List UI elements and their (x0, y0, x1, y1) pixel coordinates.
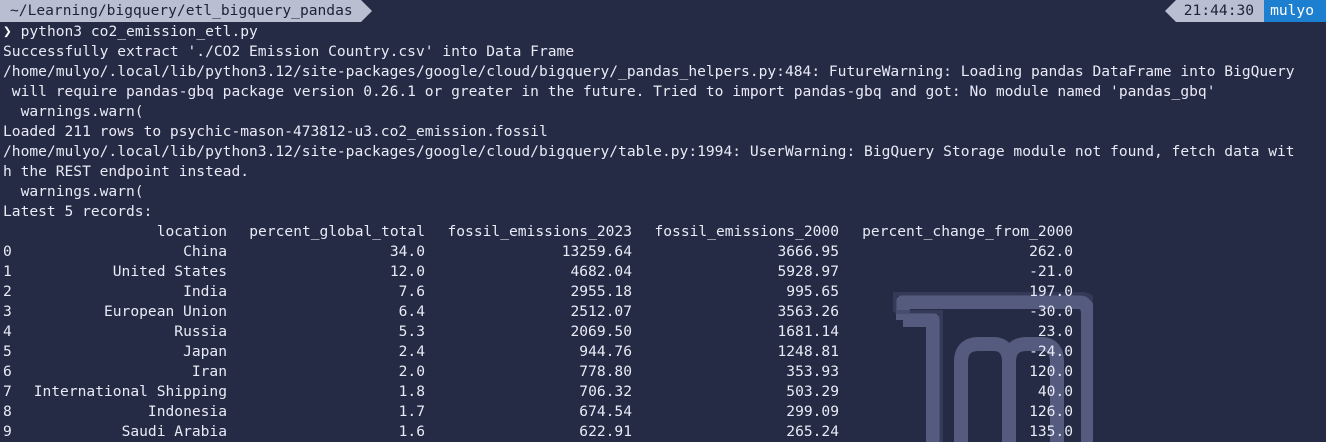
table-row: 2 India 7.6 2955.18 995.65 197.0 (3, 282, 1326, 302)
table-body: 0 China 34.0 13259.64 3666.95 262.0 1 United St… (3, 242, 1326, 442)
output-line: /home/mulyo/.local/lib/python3.12/site-p… (3, 63, 1295, 80)
output-line: /home/mulyo/.local/lib/python3.12/site-p… (3, 143, 1295, 160)
table-row: 1 United States 12.0 4682.04 5928.97 -21.0 (3, 262, 1326, 282)
table-row: 7 International Shipping 1.8 706.32 503.29 40… (3, 382, 1326, 402)
table-cell-percent-change: -24.0 (1029, 343, 1073, 360)
powerline-arrow-left-icon (1164, 0, 1176, 22)
output-line: warnings.warn( (3, 103, 144, 120)
table-header-percent-change: percent_change_from_2000 (862, 223, 1073, 240)
output-line: Latest 5 records: (3, 203, 153, 220)
prompt-path: ~/Learning/bigquery/etl_bigquery_pandas (0, 0, 361, 22)
powerline-arrow-icon (360, 0, 372, 22)
dataframe-table: location percent_global_total fossil_emi… (3, 222, 1326, 442)
prompt-path-segment: ~/Learning/bigquery/etl_bigquery_pandas (0, 0, 372, 22)
table-header-row: location percent_global_total fossil_emi… (3, 222, 1326, 242)
table-row: 6 Iran 2.0 778.80 353.93 120.0 (3, 362, 1326, 382)
prompt-user: mulyo (1264, 0, 1326, 22)
table-cell-percent-change: -21.0 (1029, 263, 1073, 280)
table-cell-percent-change: 135.0 (1029, 423, 1073, 440)
output-line: Successfully extract './CO2 Emission Cou… (3, 43, 575, 60)
prompt-bar: ~/Learning/bigquery/etl_bigquery_pandas … (0, 0, 1326, 22)
output-line: will require pandas-gbq package version … (3, 83, 1216, 100)
prompt-time: 21:44:30 (1175, 0, 1265, 22)
command-line[interactable]: ❯ python3 co2_emission_etl.py (3, 22, 1326, 42)
table-cell-percent-change: 40.0 (1037, 383, 1073, 400)
table-row: 0 China 34.0 13259.64 3666.95 262.0 (3, 242, 1326, 262)
table-row: 5 Japan 2.4 944.76 1248.81 -24.0 (3, 342, 1326, 362)
output-line: warnings.warn( (3, 183, 144, 200)
table-cell-percent-change: -30.0 (1029, 303, 1073, 320)
table-cell-percent-change: 23.0 (1037, 323, 1073, 340)
table-cell-percent-change: 197.0 (1029, 283, 1073, 300)
table-cell-percent-change: 126.0 (1029, 403, 1073, 420)
terminal-output[interactable]: ~/Learning/bigquery/etl_bigquery_pandas … (0, 0, 1326, 442)
prompt-right-segment: 21:44:30 mulyo (1164, 0, 1326, 22)
table-row: 9 Saudi Arabia 1.6 622.91 265.24 135.0 (3, 422, 1326, 442)
table-cell-percent-change: 262.0 (1029, 243, 1073, 260)
table-row: 4 Russia 5.3 2069.50 1681.14 23.0 (3, 322, 1326, 342)
output-line: Loaded 211 rows to psychic-mason-473812-… (3, 123, 548, 140)
command-text: python3 co2_emission_etl.py (20, 23, 258, 40)
table-row: 8 Indonesia 1.7 674.54 299.09 126.0 (3, 402, 1326, 422)
table-cell-percent-change: 120.0 (1029, 363, 1073, 380)
output-line: h the REST endpoint instead. (3, 163, 250, 180)
prompt-chevron-icon: ❯ (3, 23, 12, 40)
table-row: 3 European Union 6.4 2512.07 3563.26 -30.0 (3, 302, 1326, 322)
